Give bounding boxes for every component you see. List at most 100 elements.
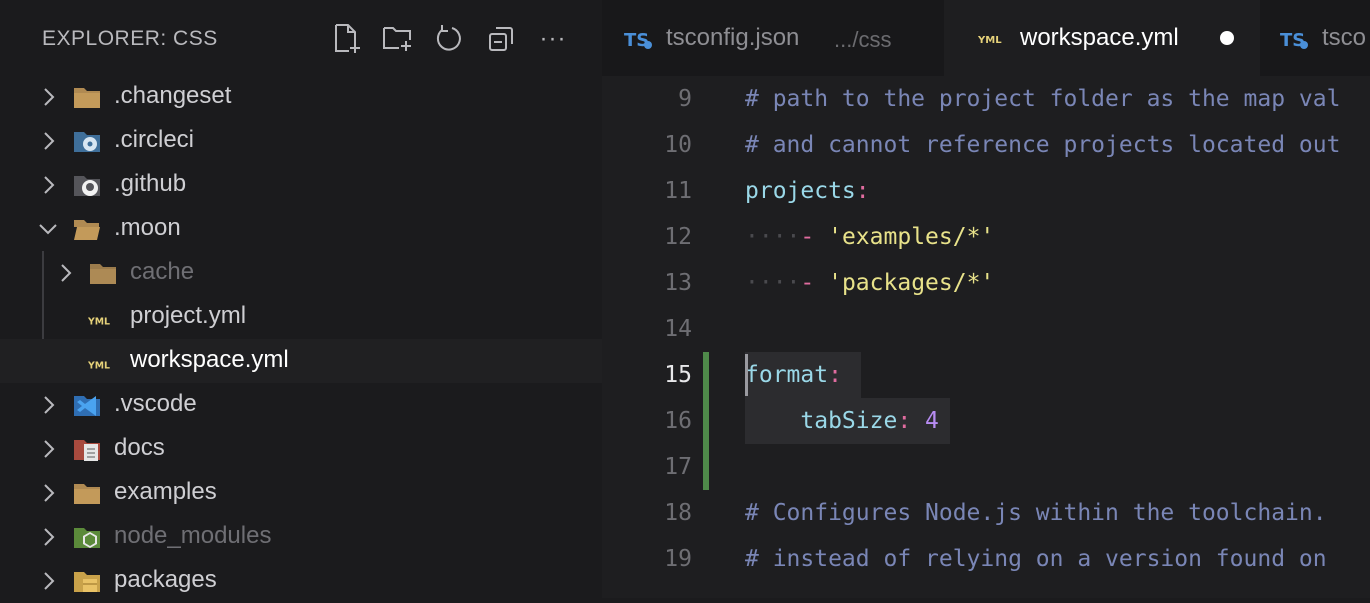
code-line: 12 ····- 'examples/*' <box>602 214 1370 260</box>
tree-item-changeset[interactable]: .changeset <box>0 75 602 119</box>
chevron-right-icon <box>61 264 72 282</box>
explorer-sidebar: EXPLORER: CSS ··· .changeset .circleci .… <box>0 0 602 598</box>
code-text: ····- 'packages/*' <box>745 270 995 296</box>
folder-open-icon <box>74 220 100 240</box>
code-line: 17 <box>602 444 1370 490</box>
line-number: 13 <box>664 270 692 296</box>
new-file-icon[interactable] <box>330 22 364 56</box>
code-line: 11 projects: <box>602 168 1370 214</box>
comment-text: # and cannot reference projects located … <box>745 132 1341 158</box>
tab-workspace-yml[interactable]: YML workspace.yml <box>944 0 1260 76</box>
line-number: 12 <box>664 224 692 250</box>
code-line: 14 <box>602 306 1370 352</box>
text-cursor <box>745 354 748 396</box>
tree-item-label: .moon <box>114 214 181 241</box>
chevron-right-icon <box>44 396 55 414</box>
chevron-right-icon <box>44 484 55 502</box>
comment-text: # instead of relying on a version found … <box>745 546 1327 572</box>
line-number: 9 <box>678 86 692 112</box>
comment-text: # Configures Node.js within the toolchai… <box>745 500 1327 526</box>
tree-item-docs[interactable]: docs <box>0 427 602 471</box>
new-folder-icon[interactable] <box>381 22 415 56</box>
tree-item-label: packages <box>114 566 217 593</box>
vscode-folder-icon <box>74 396 100 416</box>
yaml-file-icon: YML <box>978 35 1002 46</box>
tree-item-github[interactable]: .github <box>0 163 602 207</box>
tree-item-label: .vscode <box>114 390 197 417</box>
tree-item-label: .circleci <box>114 126 195 153</box>
packages-folder-icon <box>74 572 100 592</box>
tree-item-label: .github <box>114 170 187 197</box>
tree-item-label: workspace.yml <box>130 346 289 373</box>
yaml-file-icon: YML <box>88 361 110 372</box>
tab-label: workspace.yml <box>1020 24 1179 51</box>
explorer-title: EXPLORER: CSS <box>42 27 218 50</box>
yaml-file-icon: YML <box>88 317 110 328</box>
tab-description: .../css <box>834 27 892 52</box>
tree-item-label: examples <box>114 478 217 505</box>
code-line: 19 # instead of relying on a version fou… <box>602 536 1370 582</box>
tree-item-label: docs <box>114 434 165 461</box>
code-line-current: 15 format: <box>602 352 1370 398</box>
github-folder-icon <box>74 176 100 196</box>
svg-text:YML: YML <box>88 317 110 328</box>
chevron-down-icon <box>39 224 57 235</box>
typescript-config-icon: TS <box>1280 30 1308 51</box>
tree-item-cache[interactable]: cache <box>0 251 602 295</box>
refresh-icon[interactable] <box>432 22 466 56</box>
code-line: 16 tabSize: 4 <box>602 398 1370 444</box>
editor-area: TS tsconfig.json .../css YML workspace.y… <box>602 0 1370 598</box>
tree-item-label: cache <box>130 258 195 285</box>
svg-text:YML: YML <box>978 35 1002 46</box>
tab-tsconfig[interactable]: TS tsconfig.json .../css <box>602 0 944 76</box>
explorer-header: EXPLORER: CSS ··· <box>0 0 602 76</box>
chevron-right-icon <box>44 88 55 106</box>
tree-item-examples[interactable]: examples <box>0 471 602 515</box>
collapse-all-icon[interactable] <box>484 22 518 56</box>
chevron-right-icon <box>44 440 55 458</box>
line-number: 15 <box>664 362 692 388</box>
line-number: 19 <box>664 546 692 572</box>
chevron-right-icon <box>44 132 55 150</box>
tree-item-circleci[interactable]: .circleci <box>0 119 602 163</box>
code-line: 9 # path to the project folder as the ma… <box>602 76 1370 122</box>
tree-item-label: .changeset <box>114 82 232 109</box>
chevron-right-icon <box>44 176 55 194</box>
tab-label: tsconfig.json <box>666 24 800 51</box>
comment-text: # path to the project folder as the map … <box>745 86 1341 112</box>
svg-text:YML: YML <box>88 361 110 372</box>
code-line: 10 # and cannot reference projects locat… <box>602 122 1370 168</box>
folder-icon <box>74 484 100 504</box>
tree-item-node-modules[interactable]: node_modules <box>0 515 602 559</box>
line-number: 17 <box>664 454 692 480</box>
chevron-right-icon <box>44 528 55 546</box>
docs-folder-icon <box>74 440 100 461</box>
folder-icon <box>74 88 100 108</box>
code-text: format: <box>745 362 842 388</box>
line-number: 16 <box>664 408 692 434</box>
circleci-folder-icon <box>74 132 100 152</box>
tab-bar: TS tsconfig.json .../css YML workspace.y… <box>602 0 1370 76</box>
code-text: ····- 'examples/*' <box>745 224 995 250</box>
code-text: tabSize: 4 <box>800 408 939 434</box>
tree-item-label: node_modules <box>114 522 272 549</box>
code-line: 13 ····- 'packages/*' <box>602 260 1370 306</box>
node-folder-icon <box>74 528 100 548</box>
tab-label: tsco <box>1322 24 1367 51</box>
tree-item-label: project.yml <box>130 302 247 329</box>
tree-item-workspace-yml[interactable]: YML workspace.yml <box>0 339 602 383</box>
code-text: projects: <box>745 178 870 204</box>
code-editor[interactable]: 9 # path to the project folder as the ma… <box>602 76 1370 598</box>
unsaved-dot-icon[interactable] <box>1220 31 1234 45</box>
line-number: 14 <box>664 316 692 342</box>
folder-icon <box>90 264 116 284</box>
tree-item-moon[interactable]: .moon <box>0 207 602 251</box>
tree-item-vscode[interactable]: .vscode <box>0 383 602 427</box>
tab-tsconfig-2[interactable]: TS tsco <box>1260 0 1370 76</box>
line-number: 18 <box>664 500 692 526</box>
tree-item-project-yml[interactable]: YML project.yml <box>0 295 602 339</box>
line-number: 10 <box>664 132 692 158</box>
line-number: 11 <box>664 178 692 204</box>
tree-item-packages[interactable]: packages <box>0 559 602 603</box>
more-actions-icon[interactable]: ··· <box>536 22 570 56</box>
